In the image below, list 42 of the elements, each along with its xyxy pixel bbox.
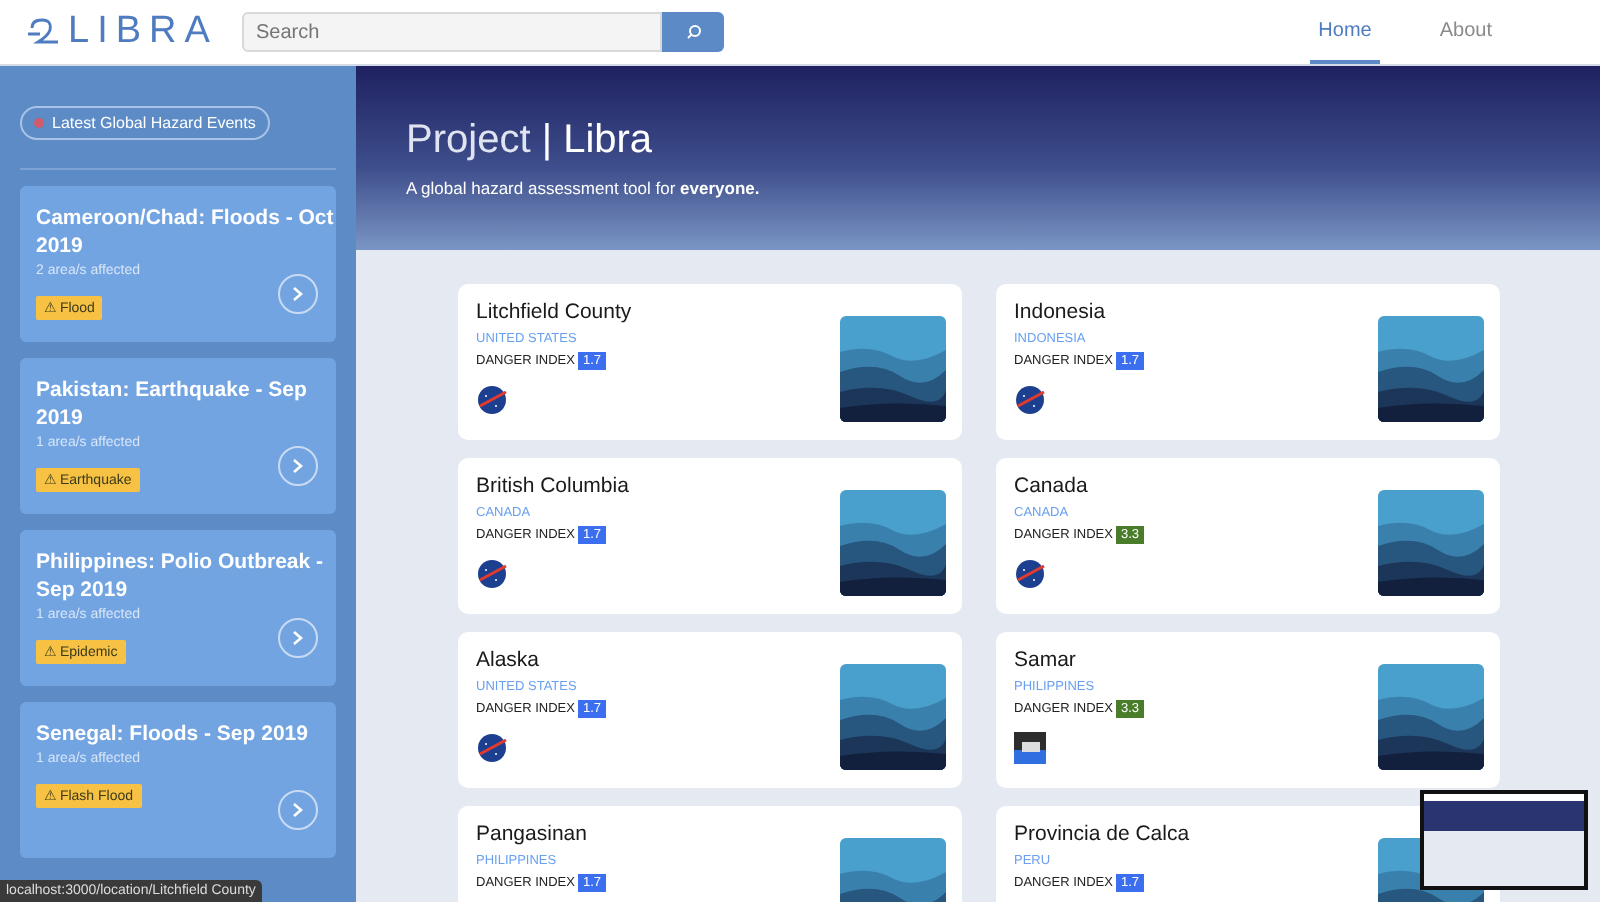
mountain-landscape-image [1378,490,1484,596]
screenshot-preview-toast[interactable] [1420,790,1588,890]
mountain-landscape-image [840,316,946,422]
open-event-button[interactable] [278,618,318,658]
location-name: Alaska [476,648,542,672]
search-field[interactable]: Search [242,12,662,52]
agency-logo-icon [1014,732,1046,764]
mountain-landscape-image [840,490,946,596]
event-title: Philippines: Polio Outbreak - Sep 2019 [36,548,326,604]
event-title: Pakistan: Earthquake - Sep 2019 [36,376,309,432]
agency-logo-icon [476,384,508,416]
mountain-landscape-image [840,664,946,770]
location-name: Indonesia [1014,300,1108,324]
search-button[interactable] [662,12,724,52]
agency-logo-icon [476,732,508,764]
live-dot-icon [34,118,44,128]
badge-label: Latest Global Hazard Events [52,114,256,132]
chevron-right-icon [292,802,304,818]
open-event-button[interactable] [278,790,318,830]
logo-text: LIBRA [68,10,218,54]
open-event-button[interactable] [278,446,318,486]
search-icon [685,24,701,40]
agency-logo-icon [1014,384,1046,416]
event-title: Senegal: Floods - Sep 2019 [36,720,310,748]
chevron-right-icon [292,630,304,646]
location-name: Canada [1014,474,1090,498]
location-name: British Columbia [476,474,629,498]
event-title: Cameroon/Chad: Floods - Oct 2019 [36,204,336,260]
hero-subtitle: A global hazard assessment tool for everyone. [406,178,762,198]
chevron-right-icon [292,286,304,302]
chevron-right-icon [292,458,304,474]
location-name: Pangasinan [476,822,589,846]
location-name: Provincia de Calca [1014,822,1190,846]
mountain-landscape-image [1378,316,1484,422]
agency-logo-icon [1014,558,1046,590]
location-name: Samar [1014,648,1078,672]
mountain-landscape-image [1378,664,1484,770]
agency-logo-icon [476,558,508,590]
logo-icon [28,18,60,46]
hero-title: Project | Libra [406,118,655,164]
open-event-button[interactable] [278,274,318,314]
location-name: Litchfield County [476,300,632,324]
